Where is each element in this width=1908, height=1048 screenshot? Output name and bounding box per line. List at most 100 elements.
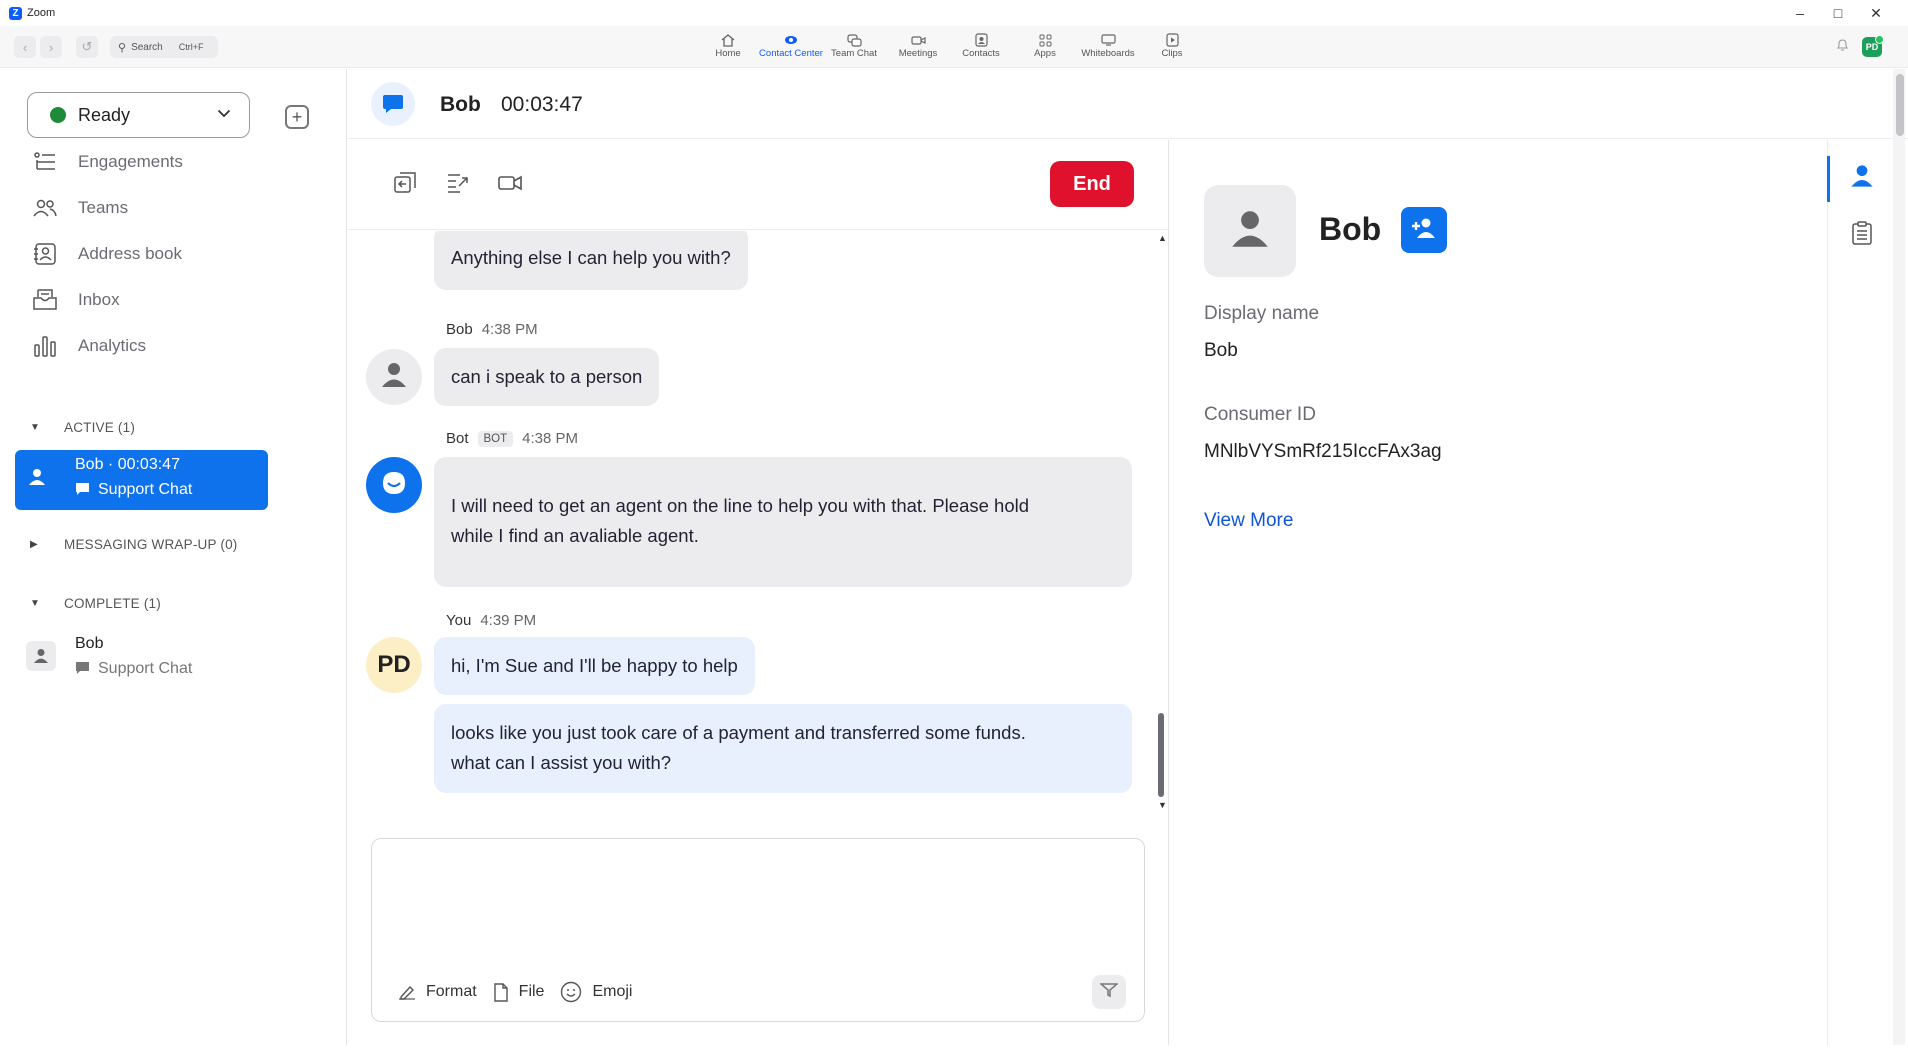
message-sender: Bob <box>446 321 473 338</box>
zoom-logo-icon: Z <box>9 6 22 20</box>
back-button[interactable]: ‹ <box>14 36 36 58</box>
sidebar-item-teams[interactable]: Teams <box>4 185 347 231</box>
search-shortcut: Ctrl+F <box>178 42 204 52</box>
tab-team-chat[interactable]: Team Chat <box>831 32 877 66</box>
clipboard-icon <box>1852 220 1872 250</box>
forward-button[interactable]: › <box>40 36 62 58</box>
message-text: can i speak to a person <box>451 366 643 387</box>
complete-conversation-title: Bob <box>75 635 104 652</box>
sidebar-item-address-book[interactable]: Address book <box>4 231 347 277</box>
rail-active-indicator <box>1827 156 1830 202</box>
close-button[interactable]: ✕ <box>1857 0 1895 26</box>
emoji-button[interactable]: Emoji <box>560 981 632 1003</box>
profile-avatar <box>1204 185 1296 277</box>
search-label: Search <box>131 41 163 53</box>
contacts-icon <box>972 32 990 48</box>
active-conversation-title: Bob · 00:03:47 <box>75 456 180 473</box>
section-complete[interactable]: ▼ COMPLETE (1) <box>4 591 161 615</box>
notification-bell-icon[interactable] <box>1836 38 1849 55</box>
chevron-left-icon: ‹ <box>22 39 28 55</box>
clips-icon <box>1163 32 1181 48</box>
video-button[interactable] <box>497 172 523 198</box>
message-time: 4:39 PM <box>480 612 537 629</box>
message-time: 4:38 PM <box>522 430 579 447</box>
sidebar: Ready + Engagements Teams Address book I… <box>4 69 347 1045</box>
chevron-right-icon: › <box>48 39 54 55</box>
file-label: File <box>518 983 545 1000</box>
maximize-button[interactable]: □ <box>1819 0 1857 26</box>
file-icon <box>493 982 509 1002</box>
message-text-line: I will need to get an agent on the line … <box>451 495 1030 516</box>
tab-whiteboards-label: Whiteboards <box>1081 48 1135 59</box>
message-scrollbar-thumb[interactable] <box>1158 713 1164 797</box>
status-dot <box>50 107 66 123</box>
tab-apps[interactable]: Apps <box>1033 32 1057 66</box>
tab-contacts[interactable]: Contacts <box>960 32 1002 66</box>
search-box[interactable]: ⚲ Search Ctrl+F <box>110 36 218 58</box>
conversation-name: Bob <box>440 93 481 116</box>
transfer-button[interactable] <box>392 171 418 198</box>
message-bubble: Anything else I can help you with? <box>434 231 748 290</box>
bot-avatar <box>366 457 422 513</box>
consumer-id-label: Consumer ID <box>1204 404 1316 425</box>
tab-meetings[interactable]: Meetings <box>896 32 940 66</box>
wrap-up-button[interactable] <box>445 172 471 198</box>
bot-face-icon <box>379 469 409 502</box>
format-button[interactable]: Format <box>398 983 477 1001</box>
title-bar: Z Zoom <box>0 0 1908 26</box>
video-camera-icon <box>498 175 522 196</box>
active-conversation-item[interactable]: Bob · 00:03:47 Support Chat <box>15 450 268 510</box>
tab-home[interactable]: Home <box>714 32 742 66</box>
tab-clips[interactable]: Clips <box>1161 32 1183 66</box>
tab-whiteboards[interactable]: Whiteboards <box>1080 32 1136 66</box>
chevron-down-icon <box>217 105 231 121</box>
minimize-button[interactable]: – <box>1781 0 1819 26</box>
person-icon <box>26 641 56 671</box>
end-button[interactable]: End <box>1050 161 1134 207</box>
scroll-up-arrow[interactable]: ▲ <box>1158 233 1167 243</box>
sidebar-item-label: Inbox <box>78 290 120 309</box>
section-active-label: ACTIVE (1) <box>64 419 136 435</box>
notes-tab-button[interactable] <box>1849 220 1875 250</box>
sidebar-item-analytics[interactable]: Analytics <box>4 323 347 369</box>
add-contact-button[interactable] <box>1401 207 1447 253</box>
sidebar-item-engagements[interactable]: Engagements <box>4 139 347 185</box>
section-wrapup[interactable]: ▶ MESSAGING WRAP-UP (0) <box>4 532 237 556</box>
apps-icon <box>1036 32 1054 48</box>
sidebar-nav: Engagements Teams Address book Inbox Ana… <box>4 139 347 369</box>
message-text-line: what can I assist you with? <box>451 752 672 773</box>
send-button[interactable] <box>1092 975 1126 1009</box>
view-more-link[interactable]: View More <box>1204 510 1293 532</box>
tab-contact-center[interactable]: Contact Center <box>758 32 824 66</box>
scroll-down-arrow[interactable]: ▼ <box>1158 800 1167 810</box>
window-scrollbar[interactable] <box>1893 69 1905 1045</box>
sidebar-item-label: Engagements <box>78 152 183 171</box>
message-list[interactable]: Anything else I can help you with? Bob 4… <box>348 231 1158 811</box>
profile-tab-button[interactable] <box>1849 164 1875 191</box>
sidebar-item-label: Teams <box>78 198 129 217</box>
analytics-icon <box>32 333 58 359</box>
add-person-icon <box>1411 217 1437 244</box>
new-engagement-button[interactable]: + <box>285 105 309 129</box>
consumer-id-value: MNlbVYSmRf215IccFAx3ag <box>1204 441 1442 462</box>
message-sender: Bot <box>446 430 469 447</box>
notes-transfer-icon <box>447 173 469 198</box>
section-active[interactable]: ▼ ACTIVE (1) <box>4 415 135 439</box>
sidebar-item-inbox[interactable]: Inbox <box>4 277 347 323</box>
message-bubble: I will need to get an agent on the line … <box>434 457 1132 587</box>
section-wrapup-label: MESSAGING WRAP-UP (0) <box>64 536 238 552</box>
complete-conversation-item[interactable]: Bob Support Chat <box>15 629 268 689</box>
active-conversation-subtitle: Support Chat <box>98 481 193 498</box>
chat-toolbar: End <box>348 140 1168 230</box>
chat-channel-icon <box>371 82 415 126</box>
teams-icon <box>32 195 58 221</box>
history-button[interactable]: ↺ <box>76 36 98 58</box>
composer-toolbar: Format File Emoji <box>398 981 648 1003</box>
status-dropdown[interactable]: Ready <box>27 92 250 138</box>
conversation-header: Bob 00:03:47 <box>348 69 1908 139</box>
user-avatar[interactable]: PD <box>1862 35 1884 57</box>
status-label: Ready <box>78 104 131 125</box>
message-composer[interactable]: Format File Emoji <box>371 838 1145 1022</box>
window-scrollbar-thumb[interactable] <box>1896 74 1904 136</box>
file-button[interactable]: File <box>493 982 545 1002</box>
